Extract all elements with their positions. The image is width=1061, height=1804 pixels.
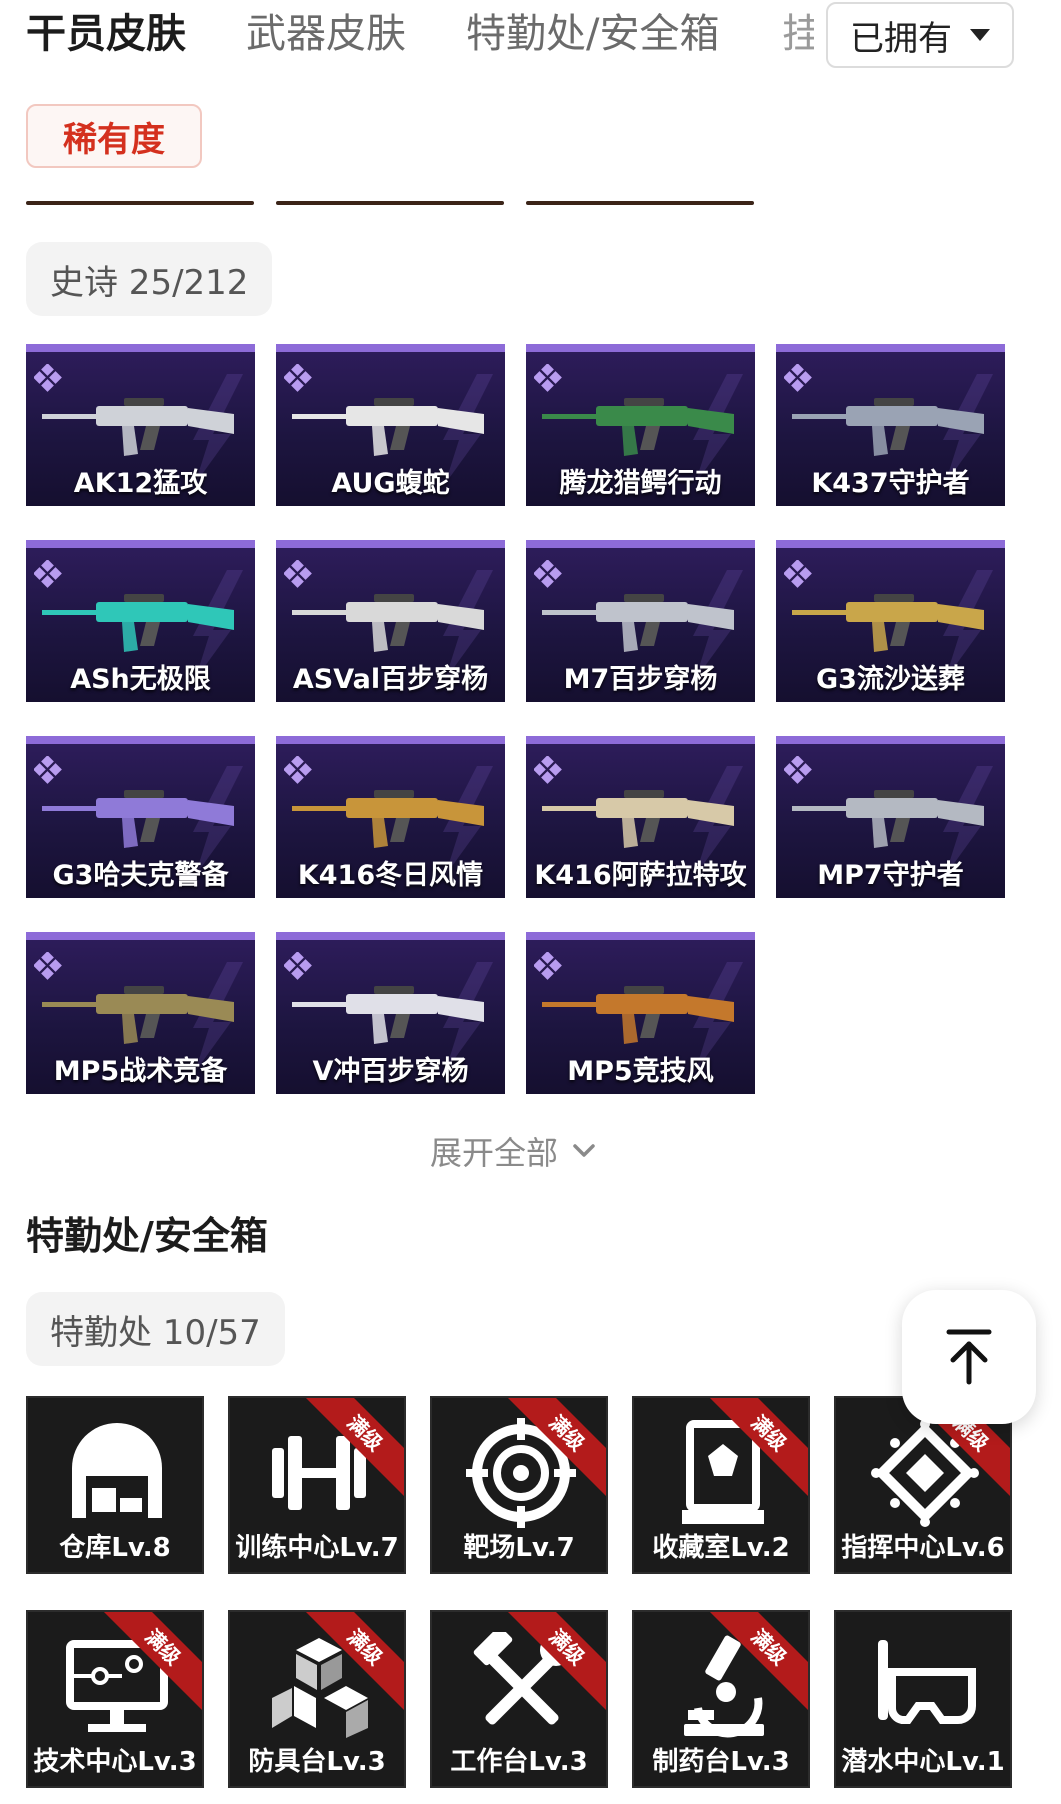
weapon-skin-card[interactable]: K437守护者 (776, 344, 1005, 506)
weapon-skin-card[interactable]: ASh无极限 (26, 540, 255, 702)
facility-card[interactable]: 满级 制药台Lv.3 (632, 1610, 810, 1788)
weapon-icon (792, 398, 984, 456)
facility-name: 训练中心Lv.7 (235, 1533, 399, 1563)
facility-name: 靶场Lv.7 (463, 1533, 575, 1563)
facility-name: 潜水中心Lv.1 (841, 1747, 1005, 1777)
tab-operator-skins[interactable]: 干员皮肤 (26, 8, 186, 60)
weapon-skin-card[interactable]: AUG蝮蛇 (276, 344, 505, 506)
weapon-skin-card[interactable]: K416阿萨拉特攻 (526, 736, 755, 898)
facility-card[interactable]: 满级 训练中心Lv.7 (228, 1396, 406, 1574)
facility-card[interactable]: 仓库Lv.8 (26, 1396, 204, 1574)
weapon-icon (292, 594, 484, 652)
back-to-top-button[interactable] (902, 1290, 1036, 1424)
tab-special-ops-safebox[interactable]: 特勤处/安全箱 (466, 8, 719, 60)
facility-name: 防具台Lv.3 (248, 1747, 386, 1777)
facility-name: 技术中心Lv.3 (33, 1747, 197, 1777)
weapon-icon (792, 594, 984, 652)
arrow-up-to-top-icon (946, 1329, 992, 1385)
weapon-icon (542, 790, 734, 848)
owned-filter-dropdown[interactable]: 已拥有 (826, 2, 1014, 68)
weapon-skin-card[interactable]: V冲百步穿杨 (276, 932, 505, 1094)
expand-all-button[interactable]: 展开全部 (430, 1128, 596, 1174)
weapon-skin-card[interactable]: AK12猛攻 (26, 344, 255, 506)
section-title: 特勤处/安全箱 (26, 1214, 268, 1258)
weapon-skin-name: MP7守护者 (817, 860, 964, 891)
facility-card[interactable]: 潜水中心Lv.1 (834, 1610, 1012, 1788)
facility-group-label: 特勤处 10/57 (26, 1292, 285, 1366)
weapon-skin-name: G3哈夫克警备 (52, 860, 229, 891)
weapon-skin-name: M7百步穿杨 (563, 664, 718, 695)
owned-filter-label: 已拥有 (850, 18, 952, 59)
weapon-skin-name: AUG蝮蛇 (331, 468, 450, 499)
weapon-icon (42, 594, 234, 652)
facility-name: 指挥中心Lv.6 (841, 1533, 1005, 1563)
facility-card[interactable]: 满级 防具台Lv.3 (228, 1610, 406, 1788)
weapon-icon (542, 398, 734, 456)
weapon-skin-name: V冲百步穿杨 (312, 1056, 469, 1087)
tab-truncated[interactable]: 挂 (782, 8, 814, 60)
weapon-icon (42, 790, 234, 848)
rarity-filter-chip[interactable]: 稀有度 (26, 104, 202, 168)
weapon-skin-name: ASh无极限 (70, 664, 211, 695)
divider (526, 201, 754, 205)
facility-name: 制药台Lv.3 (652, 1747, 790, 1777)
weapon-skin-card[interactable]: MP7守护者 (776, 736, 1005, 898)
divider (276, 201, 504, 205)
epic-group-label: 史诗 25/212 (26, 242, 273, 316)
weapon-skin-card[interactable]: K416冬日风情 (276, 736, 505, 898)
chevron-down-icon (573, 1144, 595, 1157)
weapon-icon (42, 398, 234, 456)
weapon-icon (292, 986, 484, 1044)
weapon-skin-name: K416阿萨拉特攻 (534, 860, 747, 891)
weapon-icon (42, 986, 234, 1044)
weapon-skin-name: ASVal百步穿杨 (292, 664, 489, 695)
weapon-skin-name: K437守护者 (811, 468, 970, 499)
weapon-skin-name: G3流沙送葬 (816, 664, 965, 695)
weapon-icon (792, 790, 984, 848)
facility-name: 工作台Lv.3 (450, 1747, 588, 1777)
tab-weapon-skins[interactable]: 武器皮肤 (246, 8, 406, 60)
weapon-icon (292, 398, 484, 456)
weapon-icon (542, 986, 734, 1044)
facility-name: 收藏室Lv.2 (652, 1533, 790, 1563)
weapon-skin-card[interactable]: MP5战术竞备 (26, 932, 255, 1094)
weapon-skin-name: K416冬日风情 (297, 860, 484, 891)
dive-mask-icon (878, 1640, 976, 1724)
weapon-icon (292, 790, 484, 848)
weapon-skin-card[interactable]: M7百步穿杨 (526, 540, 755, 702)
weapon-skin-name: MP5竞技风 (567, 1056, 714, 1087)
caret-down-icon (970, 29, 990, 41)
warehouse-icon (72, 1423, 162, 1518)
weapon-skin-name: MP5战术竞备 (53, 1056, 228, 1087)
facility-card[interactable]: 满级 收藏室Lv.2 (632, 1396, 810, 1574)
facility-card[interactable]: 满级 靶场Lv.7 (430, 1396, 608, 1574)
weapon-skin-card[interactable]: 腾龙猎鳄行动 (526, 344, 755, 506)
weapon-skin-name: AK12猛攻 (73, 468, 208, 499)
weapon-skin-name: 腾龙猎鳄行动 (559, 468, 722, 499)
expand-all-label: 展开全部 (430, 1134, 559, 1172)
weapon-icon (542, 594, 734, 652)
facility-name: 仓库Lv.8 (59, 1533, 171, 1563)
weapon-skin-card[interactable]: G3哈夫克警备 (26, 736, 255, 898)
weapon-skin-card[interactable]: G3流沙送葬 (776, 540, 1005, 702)
facility-card[interactable]: 满级 技术中心Lv.3 (26, 1610, 204, 1788)
divider (26, 201, 254, 205)
weapon-skin-card[interactable]: MP5竞技风 (526, 932, 755, 1094)
facility-card[interactable]: 满级 工作台Lv.3 (430, 1610, 608, 1788)
weapon-skin-card[interactable]: ASVal百步穿杨 (276, 540, 505, 702)
